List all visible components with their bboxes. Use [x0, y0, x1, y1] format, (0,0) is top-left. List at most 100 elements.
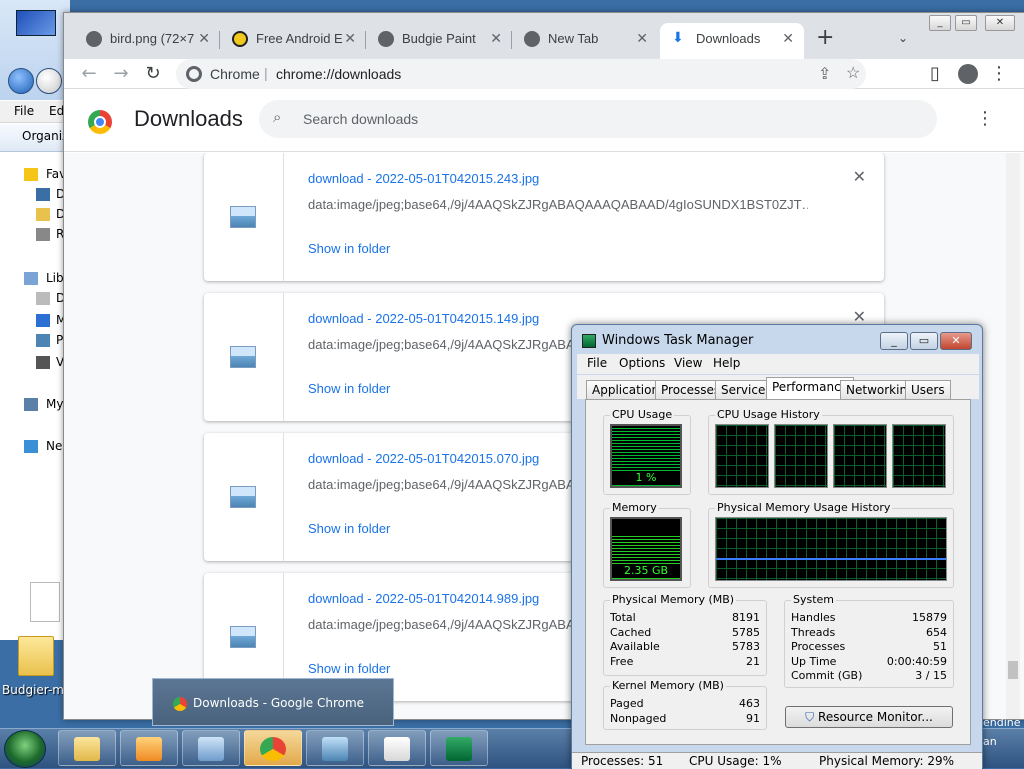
- forward-icon[interactable]: [36, 68, 62, 94]
- tree-item[interactable]: My: [0, 396, 64, 414]
- menu-help[interactable]: Help: [713, 356, 740, 370]
- tab-bird[interactable]: bird.png (72×7 ✕: [74, 23, 220, 55]
- stat-total: Total 8191: [610, 611, 760, 624]
- chrome-menu-icon[interactable]: ⋮: [988, 63, 1010, 84]
- taskbar-notepad-button[interactable]: [368, 730, 426, 766]
- explorer-menu-file[interactable]: File: [14, 104, 34, 118]
- task-manager-window: Windows Task Manager _ ▭ ✕ File Options …: [571, 324, 983, 769]
- explorer-menu-edit[interactable]: Ed: [49, 104, 64, 118]
- reload-icon[interactable]: ↻: [142, 63, 164, 84]
- image-file-icon: [230, 626, 256, 648]
- stat-paged: Paged 463: [610, 697, 760, 710]
- organize-button[interactable]: Organiz: [0, 124, 70, 152]
- bookmark-star-icon[interactable]: ☆: [846, 63, 860, 83]
- memory-label: Memory: [610, 501, 659, 514]
- page-title: Downloads: [134, 106, 243, 131]
- tab-search-chevron-icon[interactable]: ⌄: [898, 31, 908, 45]
- image-file-icon: [230, 206, 256, 228]
- side-panel-icon[interactable]: ▯: [924, 63, 946, 84]
- stat-processes: Processes 51: [791, 640, 947, 653]
- image-viewer-icon: [322, 737, 348, 761]
- stat-value: 15879: [912, 611, 947, 624]
- minimize-button[interactable]: _: [929, 15, 951, 31]
- taskbar-chrome-button[interactable]: [244, 730, 302, 766]
- resource-monitor-button[interactable]: ⛉ Resource Monitor...: [785, 706, 953, 728]
- download-filename[interactable]: download - 2022-05-01T042014.989.jpg: [308, 591, 539, 606]
- cpu-history-graph: [715, 424, 769, 488]
- forward-arrow-icon[interactable]: →: [110, 63, 132, 84]
- show-in-folder-link[interactable]: Show in folder: [308, 661, 390, 676]
- taskbar-explorer-button[interactable]: [58, 730, 116, 766]
- download-filename[interactable]: download - 2022-05-01T042015.149.jpg: [308, 311, 539, 326]
- preview-label: Downloads - Google Chrome: [193, 696, 365, 710]
- taskbar-task-manager-button[interactable]: [430, 730, 488, 766]
- tree-item[interactable]: D: [0, 290, 64, 308]
- minimize-button[interactable]: _: [880, 332, 908, 350]
- menubar: File Options View Help: [577, 354, 979, 374]
- tree-item[interactable]: Ne: [0, 438, 64, 456]
- tab-downloads[interactable]: ⬇ Downloads ✕: [660, 23, 804, 59]
- tree-item[interactable]: V: [0, 354, 64, 372]
- cpu-history-graph: [774, 424, 828, 488]
- maximize-button[interactable]: ▭: [955, 15, 977, 31]
- show-in-folder-link[interactable]: Show in folder: [308, 521, 390, 536]
- taskbar-media-button[interactable]: [120, 730, 178, 766]
- close-icon[interactable]: ✕: [198, 30, 210, 47]
- tree-item[interactable]: D: [0, 206, 64, 224]
- kernel-memory-group: Kernel Memory (MB) Paged 463 Nonpaged 91: [603, 679, 767, 730]
- close-icon[interactable]: ✕: [344, 30, 356, 47]
- back-icon[interactable]: [8, 68, 34, 94]
- tree-item[interactable]: R: [0, 226, 64, 244]
- tab-budgie-paint[interactable]: Budgie Paint ✕: [366, 23, 512, 55]
- taskbar-preview[interactable]: Downloads - Google Chrome: [152, 678, 394, 726]
- tree-item[interactable]: Fav: [0, 166, 64, 184]
- search-icon: ⌕: [273, 109, 282, 126]
- download-filename[interactable]: download - 2022-05-01T042015.243.jpg: [308, 171, 539, 186]
- scrollbar-thumb[interactable]: [1008, 661, 1018, 679]
- system-group: System Handles 15879 Threads 654 Processes…: [784, 593, 954, 688]
- tab-free-android[interactable]: Free Android E ✕: [220, 23, 366, 55]
- profile-avatar-icon[interactable]: [958, 64, 978, 84]
- tree-item-label: Fav: [46, 167, 64, 181]
- close-button[interactable]: ✕: [940, 332, 972, 350]
- close-icon[interactable]: ✕: [490, 30, 502, 47]
- search-downloads-input[interactable]: ⌕ Search downloads: [259, 100, 937, 138]
- menu-options[interactable]: Options: [619, 356, 665, 370]
- address-bar[interactable]: Chrome | chrome://downloads ⇪ ☆: [176, 59, 866, 89]
- scrollbar[interactable]: [1006, 153, 1020, 719]
- stat-label: Free: [610, 655, 634, 668]
- remove-icon[interactable]: ✕: [853, 167, 866, 186]
- tree-item[interactable]: D: [0, 186, 64, 204]
- close-icon[interactable]: ✕: [636, 30, 648, 47]
- close-button[interactable]: ✕: [985, 15, 1015, 31]
- taskbar-control-panel-button[interactable]: [182, 730, 240, 766]
- window-title: Windows Task Manager: [602, 333, 754, 348]
- downloads-menu-icon[interactable]: ⋮: [976, 108, 994, 129]
- stat-handles: Handles 15879: [791, 611, 947, 624]
- download-filename[interactable]: download - 2022-05-01T042015.070.jpg: [308, 451, 539, 466]
- menu-view[interactable]: View: [674, 356, 702, 370]
- desktop-folder-icon[interactable]: [18, 636, 54, 676]
- downloads-header: Downloads ⌕ Search downloads ⋮: [64, 90, 1024, 152]
- start-button[interactable]: [4, 730, 46, 768]
- menu-file[interactable]: File: [587, 356, 607, 370]
- taskbar-paint-button[interactable]: [306, 730, 364, 766]
- control-panel-icon: [198, 737, 224, 761]
- tree-item[interactable]: M: [0, 312, 64, 330]
- tree-item[interactable]: Lib: [0, 270, 64, 288]
- recent-icon: [36, 228, 50, 241]
- omnibox-site: Chrome: [210, 66, 260, 82]
- show-in-folder-link[interactable]: Show in folder: [308, 241, 390, 256]
- close-icon[interactable]: ✕: [782, 30, 794, 47]
- share-icon[interactable]: ⇪: [818, 64, 831, 84]
- image-file-icon: [230, 346, 256, 368]
- back-arrow-icon[interactable]: ←: [78, 63, 100, 84]
- desktop-file-icon[interactable]: [30, 582, 60, 622]
- maximize-button[interactable]: ▭: [910, 332, 938, 350]
- new-tab-button[interactable]: +: [816, 25, 834, 50]
- show-in-folder-link[interactable]: Show in folder: [308, 381, 390, 396]
- folder-icon: [74, 737, 100, 761]
- tree-item[interactable]: P: [0, 332, 64, 350]
- tab-users[interactable]: Users: [905, 380, 951, 399]
- tab-new-tab[interactable]: New Tab ✕: [512, 23, 658, 55]
